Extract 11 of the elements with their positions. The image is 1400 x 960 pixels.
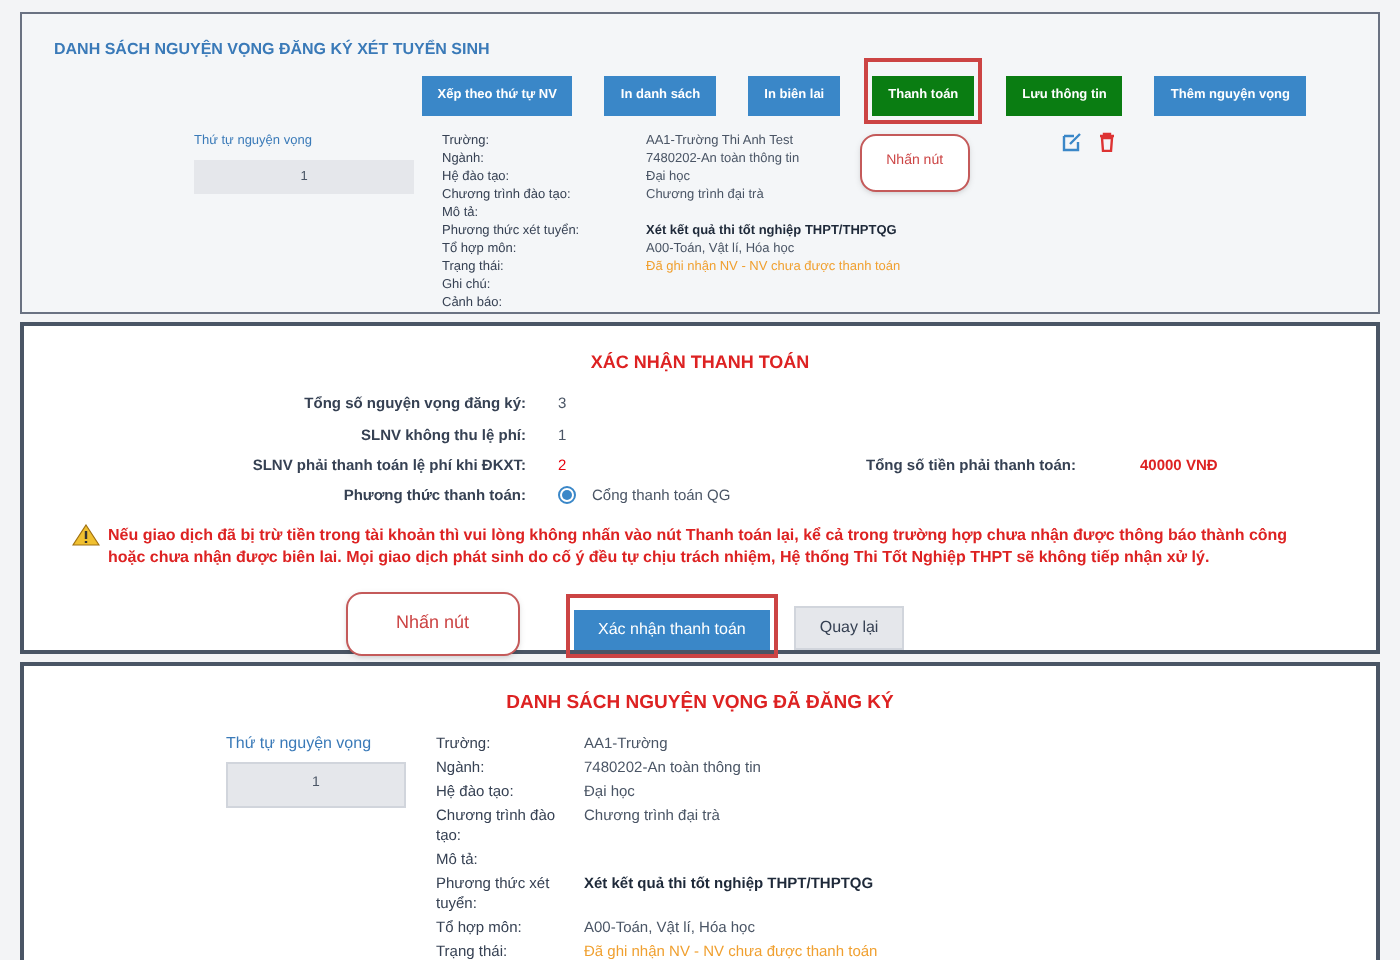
panel-title: DANH SÁCH NGUYỆN VỌNG ĐĂNG KÝ XÉT TUYỂN SINH bbox=[54, 38, 492, 62]
callout-bubble: Nhấn nút bbox=[346, 592, 520, 656]
order-label: Thứ tự nguyện vọng bbox=[226, 734, 374, 754]
warning-icon bbox=[72, 524, 100, 547]
edit-icon[interactable] bbox=[1062, 131, 1082, 152]
action-button[interactable]: Xác nhận thanh toán bbox=[574, 609, 770, 650]
panel-title: XÁC NHẬN THANH TOÁN bbox=[588, 349, 812, 376]
panel-title: DANH SÁCH NGUYỆN VỌNG ĐÃ ĐĂNG KÝ bbox=[504, 689, 896, 718]
action-button[interactable]: Quay lại bbox=[793, 606, 905, 651]
trash-icon[interactable] bbox=[1098, 131, 1116, 152]
warning-text: Nếu giao dịch đã bị trừ tiền trong tài khoản thì vui lòng không nhấn vào nút Thanh toán lại, kể cả trong trường hợp chưa nhận được thông báo thành công hoặc chưa nhận được biên lai. Mọi giao dịch phát sinh do cố ý đều tự chịu trách nhiệm, Hệ thống Thi Tốt Nghiệp THPT sẽ không tiếp nhận xử lý. bbox=[108, 524, 1290, 569]
